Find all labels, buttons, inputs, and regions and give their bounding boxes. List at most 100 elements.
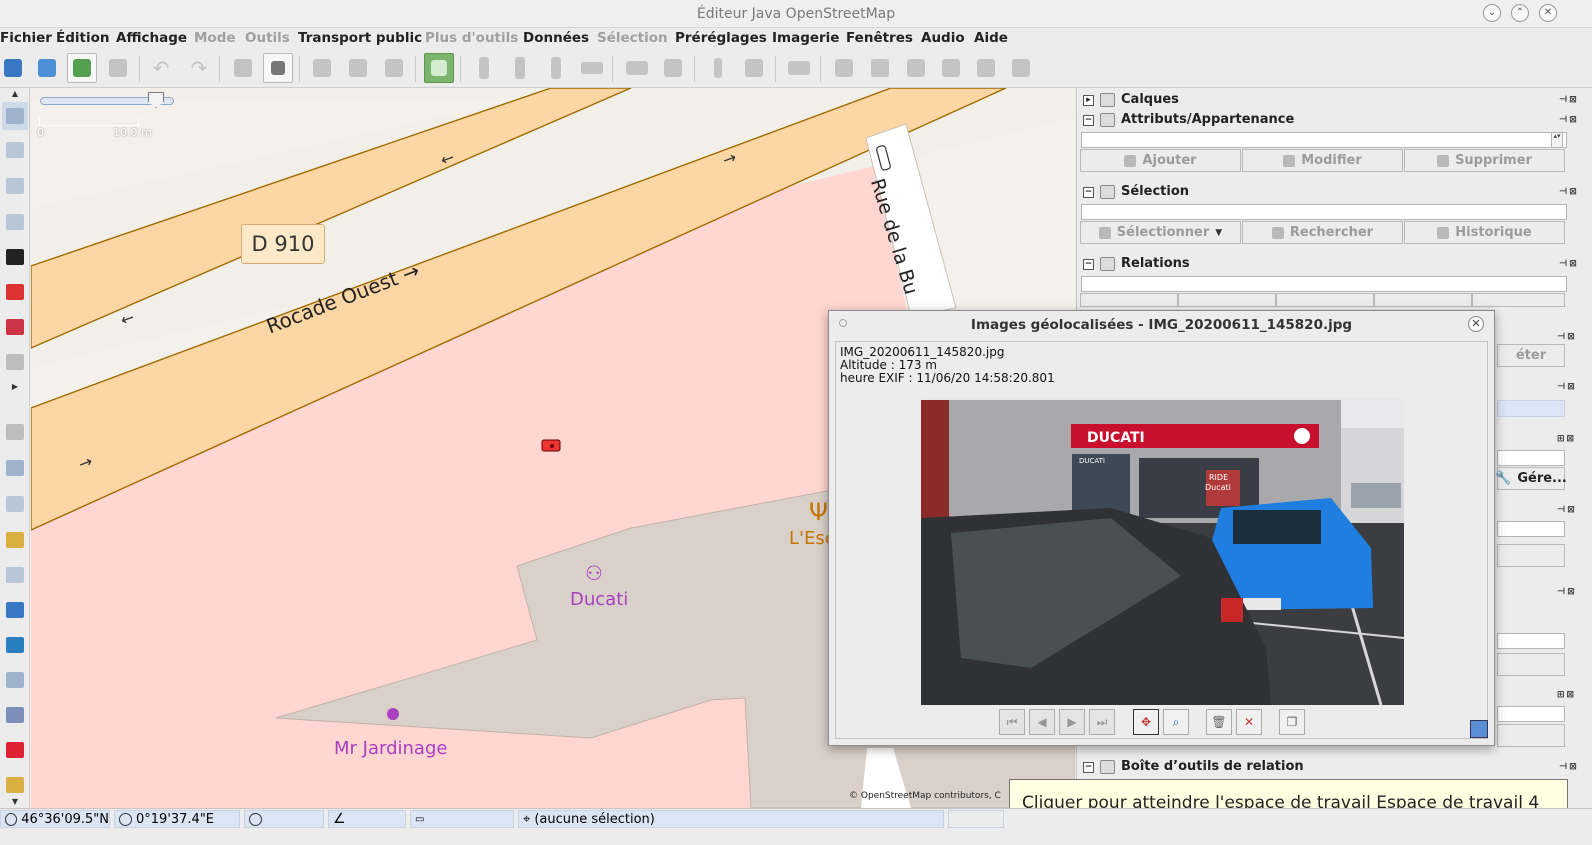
menu-selection[interactable]: Sélection xyxy=(597,30,668,46)
preset-car-button[interactable] xyxy=(622,53,652,83)
collapse-toggle-icon[interactable]: − xyxy=(1083,762,1094,773)
scroll-down-arrow[interactable]: ▼ xyxy=(2,796,28,806)
menu-imagerie[interactable]: Imagerie xyxy=(772,30,839,46)
history-button[interactable]: Historique xyxy=(1404,221,1565,244)
fit-view-button[interactable] xyxy=(424,53,454,83)
relations-toggle[interactable] xyxy=(2,561,28,589)
partial-button-3[interactable] xyxy=(1497,653,1565,676)
menu-edition[interactable]: Édition xyxy=(56,30,109,46)
search-button[interactable]: Rechercher xyxy=(1242,221,1403,244)
panel-partial-4[interactable]: ⊣⊠ xyxy=(1497,501,1587,520)
last-image-button[interactable]: ⏭ xyxy=(1089,709,1115,735)
panel-attributs[interactable]: − Attributs/Appartenance ⊣⊠ xyxy=(1081,111,1589,130)
panel-controls-icon[interactable]: ⊣⊠ xyxy=(1557,505,1583,516)
combine-way-button[interactable] xyxy=(343,53,373,83)
preset-playground-button[interactable] xyxy=(901,53,931,83)
menu-fichier[interactable]: Fichier xyxy=(0,30,52,46)
copy-path-button[interactable]: ❐ xyxy=(1279,709,1305,735)
panel-calques[interactable]: ▸ Calques ⊣⊠ xyxy=(1081,91,1589,110)
preset-industrial-button[interactable] xyxy=(829,53,859,83)
validator-toggle[interactable] xyxy=(2,631,28,659)
relation-duplicate-button[interactable] xyxy=(1276,293,1374,307)
parallel-mode-button[interactable] xyxy=(2,208,28,236)
preferences-button[interactable] xyxy=(263,53,293,83)
panel-controls-icon[interactable]: ⊣⊠ xyxy=(1557,382,1583,393)
selection-toggle[interactable] xyxy=(2,490,28,518)
selection-list[interactable] xyxy=(1081,204,1567,220)
menu-affichage[interactable]: Affichage xyxy=(116,30,187,46)
minimize-button[interactable]: ⌄ xyxy=(1483,4,1501,22)
expand-toggle-icon[interactable]: ▸ xyxy=(1083,95,1094,106)
track-mode-button[interactable] xyxy=(2,313,28,341)
preset-entrance-button[interactable] xyxy=(541,53,571,83)
menu-preglages[interactable]: Préréglages xyxy=(675,30,767,46)
relation-delete-button[interactable] xyxy=(1374,293,1472,307)
undo-button[interactable]: ↶ xyxy=(146,53,176,83)
menu-plus-outils[interactable]: Plus d'outils xyxy=(425,30,518,46)
preset-door-button[interactable] xyxy=(469,53,499,83)
attributes-scrollbar[interactable]: ▴▾ xyxy=(1551,132,1563,148)
preset-bus-button[interactable] xyxy=(658,53,688,83)
collapse-dialog-button[interactable] xyxy=(1470,720,1488,738)
panel-controls-icon[interactable]: ⊣⊠ xyxy=(1559,187,1585,198)
collapse-toggle-icon[interactable]: − xyxy=(1083,187,1094,198)
delete-tag-button[interactable]: Supprimer xyxy=(1404,149,1565,172)
collapse-toggle-icon[interactable]: − xyxy=(1083,115,1094,126)
partial-delete-button[interactable]: éter xyxy=(1497,344,1565,367)
draw-mode-button[interactable] xyxy=(2,136,28,164)
conflict-toggle[interactable] xyxy=(2,596,28,624)
partial-button-2[interactable] xyxy=(1497,544,1565,567)
next-image-button[interactable]: ▶ xyxy=(1059,709,1085,735)
panel-partial-2[interactable]: ⊣⊠ xyxy=(1497,378,1587,397)
open-location-button[interactable] xyxy=(32,53,62,83)
previous-image-button[interactable]: ◀ xyxy=(1029,709,1055,735)
relation-add-button[interactable] xyxy=(1080,293,1178,307)
center-view-button[interactable]: ✥ xyxy=(1133,709,1159,735)
improve-way-button[interactable] xyxy=(2,172,28,200)
map-attribution[interactable]: © OpenStreetMap contributors, C xyxy=(849,791,1001,801)
partial-field-3[interactable] xyxy=(1497,633,1565,649)
layers-toggle[interactable] xyxy=(2,418,28,446)
preset-shield-button[interactable] xyxy=(936,53,966,83)
menu-fenetres[interactable]: Fenêtres xyxy=(846,30,913,46)
panel-partial-6[interactable]: ⊞⊠ xyxy=(1497,686,1587,705)
first-image-button[interactable]: ⏮ xyxy=(999,709,1025,735)
dialog-close-button[interactable]: ✕ xyxy=(1468,316,1484,332)
close-window-button[interactable]: ✕ xyxy=(1539,4,1557,22)
preset-people-button[interactable] xyxy=(1006,53,1036,83)
manage-button[interactable]: 🔧 Gére... xyxy=(1495,467,1567,490)
panel-controls-icon[interactable]: ⊣⊠ xyxy=(1559,762,1585,773)
collapse-toggle-icon[interactable]: − xyxy=(1083,259,1094,270)
more-tools-arrow[interactable]: ▶ xyxy=(2,380,28,392)
menu-audio[interactable]: Audio xyxy=(921,30,965,46)
split-way-button[interactable] xyxy=(307,53,337,83)
open-file-button[interactable] xyxy=(0,53,28,83)
reverse-way-button[interactable] xyxy=(379,53,409,83)
relation-select-button[interactable] xyxy=(1472,293,1565,307)
preset-vet-button[interactable] xyxy=(865,53,895,83)
upload-button[interactable] xyxy=(103,53,133,83)
filter-toggle[interactable] xyxy=(2,666,28,694)
partial-field-4[interactable] xyxy=(1497,706,1565,722)
zoom-image-button[interactable]: ⌕ xyxy=(1163,709,1189,735)
menu-aide[interactable]: Aide xyxy=(974,30,1008,46)
geotagged-images-dialog[interactable]: Images géolocalisées - IMG_20200611_1458… xyxy=(828,310,1495,746)
zoom-download-button[interactable] xyxy=(228,53,258,83)
panel-partial-3[interactable]: ⊞⊠ xyxy=(1497,430,1587,449)
preset-warning-button[interactable] xyxy=(703,53,733,83)
bus-mode-button[interactable] xyxy=(2,243,28,271)
menu-donnees[interactable]: Données xyxy=(523,30,589,46)
edit-tag-button[interactable]: Modifier xyxy=(1242,149,1403,172)
panel-controls-icon[interactable]: ⊣⊠ xyxy=(1559,259,1585,270)
panel-controls-icon[interactable]: ⊣⊠ xyxy=(1559,115,1585,126)
remove-from-layer-button[interactable]: ✕ xyxy=(1236,709,1262,735)
panel-controls-icon[interactable]: ⊣⊠ xyxy=(1557,332,1583,343)
panel-relations[interactable]: − Relations ⊣⊠ xyxy=(1081,255,1589,274)
preset-restaurant-button[interactable] xyxy=(739,53,769,83)
partial-field-2[interactable] xyxy=(1497,521,1565,537)
menu-transport-public[interactable]: Transport public xyxy=(298,30,422,46)
preset-house-button[interactable] xyxy=(971,53,1001,83)
panel-partial-5[interactable]: ⊣⊠ xyxy=(1497,583,1587,602)
relation-edit-button[interactable] xyxy=(1178,293,1276,307)
panel-selection[interactable]: − Sélection ⊣⊠ xyxy=(1081,183,1589,202)
